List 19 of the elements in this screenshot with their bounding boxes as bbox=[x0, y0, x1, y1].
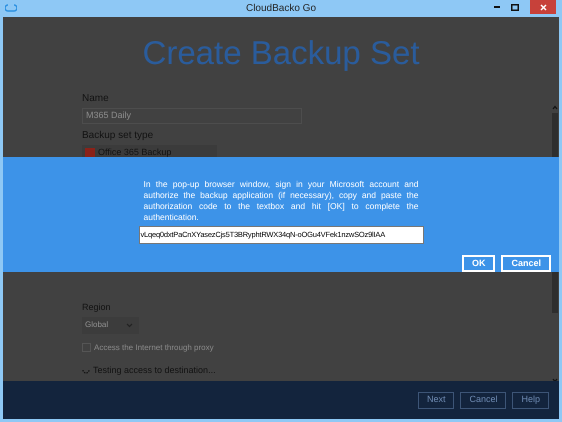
ok-button[interactable]: OK bbox=[462, 255, 496, 272]
minimize-icon bbox=[494, 6, 500, 8]
cancel-button[interactable]: Cancel bbox=[460, 392, 506, 408]
next-button[interactable]: Next bbox=[418, 392, 454, 408]
help-button[interactable]: Help bbox=[512, 392, 549, 408]
name-field[interactable]: M365 Daily bbox=[82, 108, 302, 124]
window-title: CloudBacko Go bbox=[246, 2, 316, 16]
cancel-button[interactable]: Cancel bbox=[501, 255, 551, 272]
page-title: Create Backup Set bbox=[142, 33, 420, 73]
close-icon bbox=[540, 4, 546, 10]
dialog-message: In the pop-up browser window, sign in your Microsoft account and authorize the backup application (if necessary), copy and paste the authorization code to the textbox and hit [OK] to complete the authentication. bbox=[144, 179, 418, 223]
maximize-icon bbox=[511, 4, 519, 10]
scroll-up-icon bbox=[552, 105, 558, 110]
chevron-down-icon bbox=[126, 322, 133, 328]
app-logo-icon bbox=[5, 3, 17, 13]
region-dropdown[interactable]: Global bbox=[82, 316, 139, 334]
close-button[interactable] bbox=[530, 0, 556, 14]
office-logo-icon bbox=[85, 148, 95, 158]
checkbox-label: Access the Internet through proxy bbox=[94, 342, 214, 354]
